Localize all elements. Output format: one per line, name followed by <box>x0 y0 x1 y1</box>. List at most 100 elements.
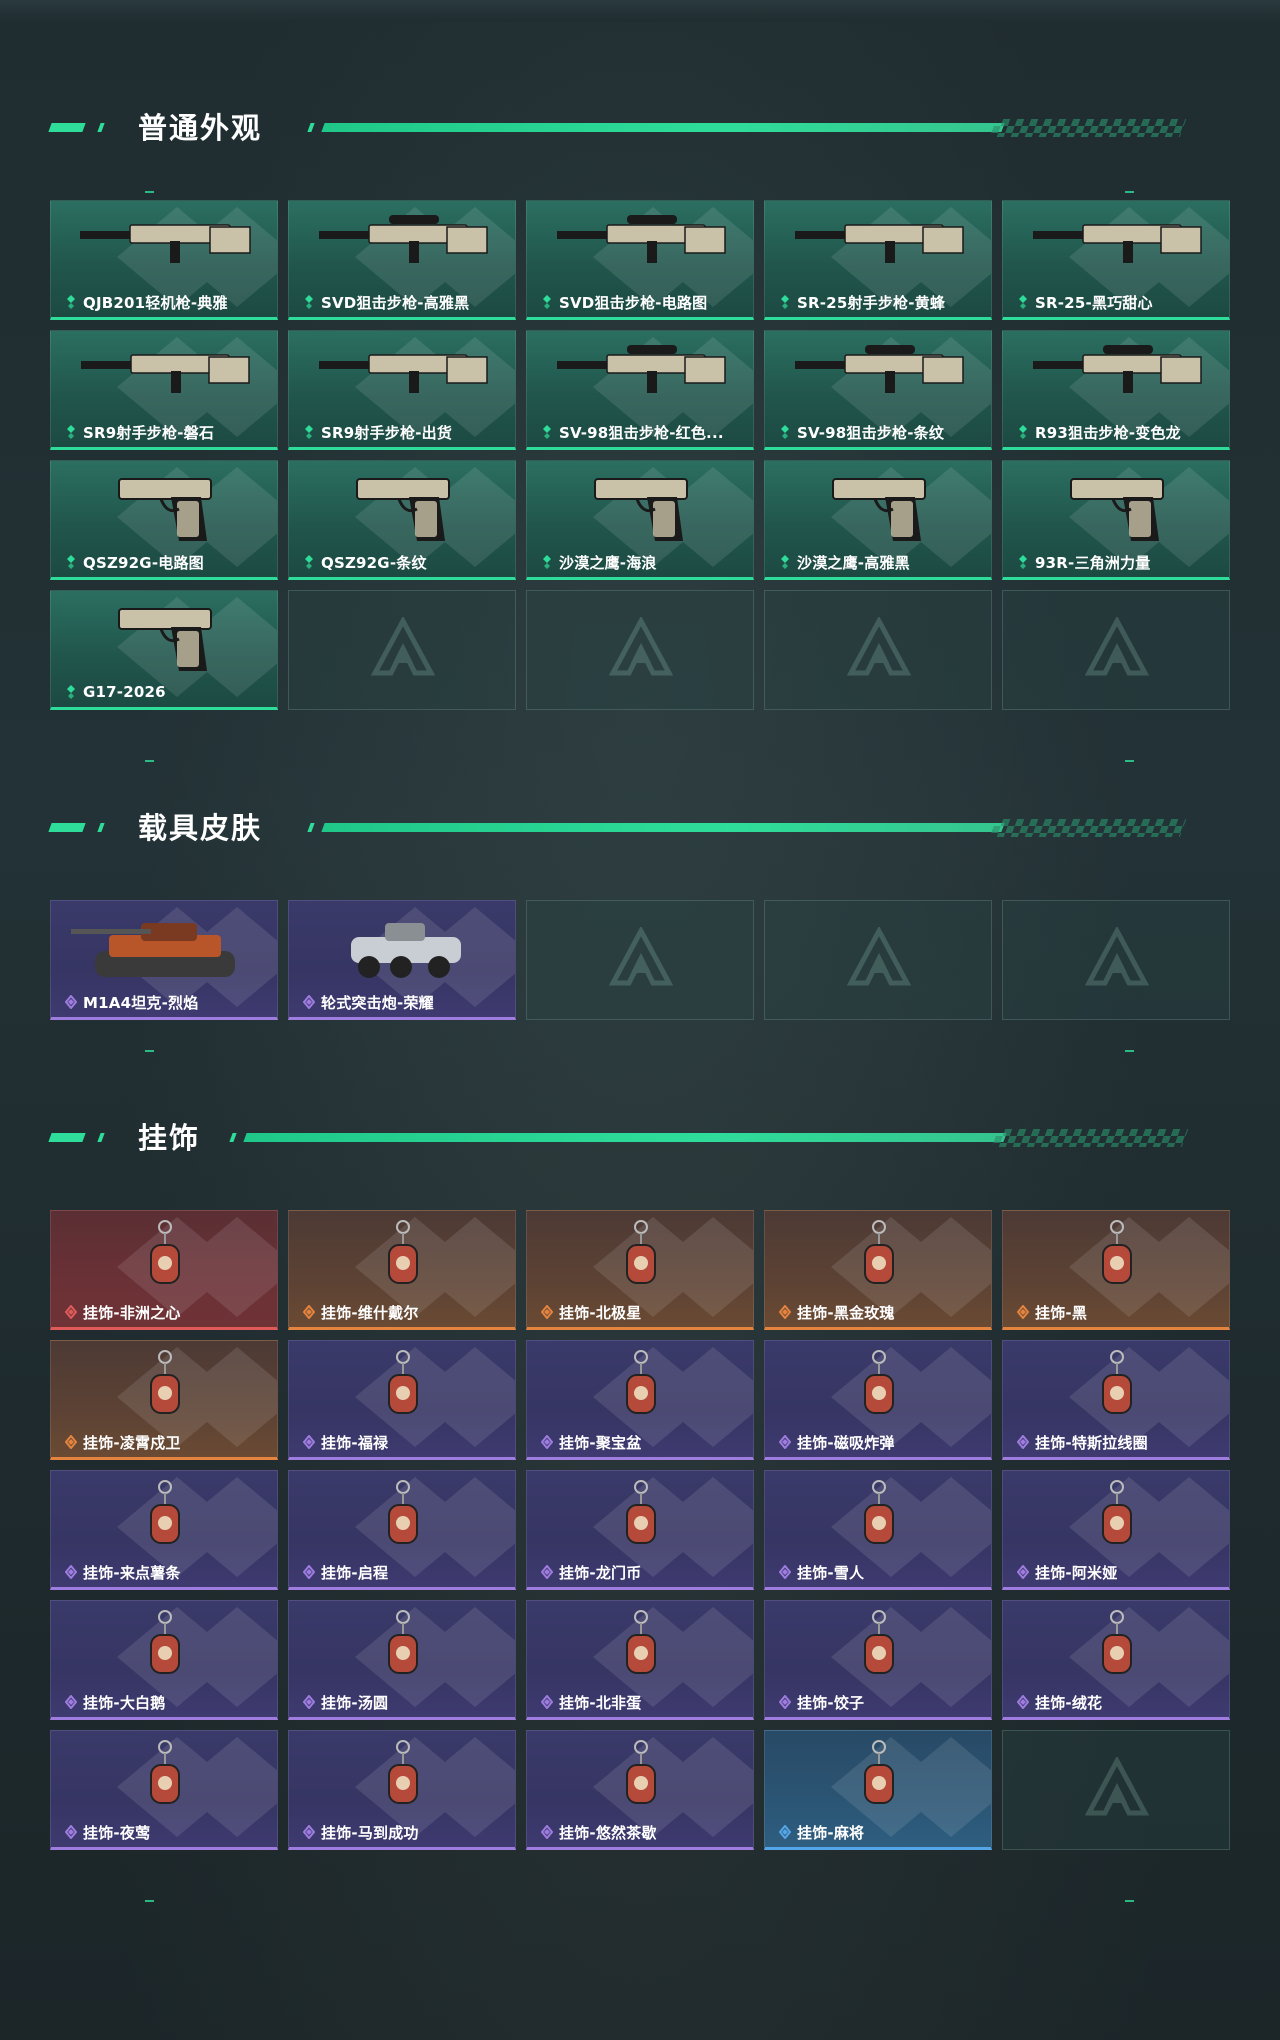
green-rarity-icon <box>543 295 551 309</box>
top-strip <box>0 0 1280 22</box>
skins-item-card[interactable]: SR9射手步枪-磐石 <box>50 330 278 450</box>
item-name: QJB201轻机枪-典雅 <box>83 293 228 312</box>
charms-item-card[interactable]: 挂饰-龙门币 <box>526 1470 754 1590</box>
item-label-row: 挂饰-黑金玫瑰 <box>779 1303 895 1322</box>
skins-item-card[interactable]: SVD狙击步枪-电路图 <box>526 200 754 320</box>
charms-item-card[interactable]: 挂饰-维什戴尔 <box>288 1210 516 1330</box>
green-rarity-icon <box>543 555 551 569</box>
skins-item-card[interactable]: SVD狙击步枪-高雅黑 <box>288 200 516 320</box>
header-accent-tick <box>97 1133 105 1142</box>
section-header-vehicles: 载具皮肤 <box>48 809 1200 849</box>
item-name: 挂饰-大白鹅 <box>83 1693 166 1712</box>
charm-icon <box>150 1610 180 1674</box>
header-accent-bar <box>48 823 86 832</box>
section-title-skins: 普通外观 <box>138 111 263 145</box>
item-label-row: SR-25-黑巧甜心 <box>1017 293 1153 312</box>
charms-item-card[interactable]: 挂饰-阿米娅 <box>1002 1470 1230 1590</box>
charms-item-card[interactable]: 挂饰-麻将 <box>764 1730 992 1850</box>
charms-item-card[interactable]: 挂饰-聚宝盆 <box>526 1340 754 1460</box>
header-accent-tick <box>97 823 105 832</box>
item-name: M1A4坦克-烈焰 <box>83 993 199 1012</box>
pistol-icon <box>1070 478 1164 541</box>
empty-slot <box>526 590 754 710</box>
charms-item-card[interactable]: 挂饰-北极星 <box>526 1210 754 1330</box>
vehicles-item-card[interactable]: M1A4坦克-烈焰 <box>50 900 278 1020</box>
charm-icon <box>864 1350 894 1414</box>
red-rarity-icon <box>65 1305 77 1319</box>
skins-item-card[interactable]: QJB201轻机枪-典雅 <box>50 200 278 320</box>
charms-item-card[interactable]: 挂饰-磁吸炸弹 <box>764 1340 992 1460</box>
skins-item-card[interactable]: SR9射手步枪-出货 <box>288 330 516 450</box>
charms-item-card[interactable]: 挂饰-马到成功 <box>288 1730 516 1850</box>
orange-rarity-icon <box>779 1305 791 1319</box>
sniper-rifle-icon <box>1033 345 1202 393</box>
charms-item-card[interactable]: 挂饰-夜莺 <box>50 1730 278 1850</box>
charm-icon <box>864 1220 894 1284</box>
header-accent-bar <box>48 123 86 132</box>
skins-item-card[interactable]: R93狙击步枪-变色龙 <box>1002 330 1230 450</box>
charm-icon <box>1102 1220 1132 1284</box>
empty-slot-logo-icon <box>847 617 911 676</box>
charms-item-card[interactable]: 挂饰-福禄 <box>288 1340 516 1460</box>
skins-item-card[interactable]: SV-98狙击步枪-条纹 <box>764 330 992 450</box>
charms-item-card[interactable]: 挂饰-悠然茶歇 <box>526 1730 754 1850</box>
vehicles-item-card[interactable]: 轮式突击炮-荣耀 <box>288 900 516 1020</box>
decor-dash <box>145 191 154 193</box>
item-label-row: 轮式突击炮-荣耀 <box>303 993 434 1012</box>
item-name: 挂饰-马到成功 <box>321 1823 419 1842</box>
charms-item-card[interactable]: 挂饰-非洲之心 <box>50 1210 278 1330</box>
charm-icon <box>388 1220 418 1284</box>
charms-item-card[interactable]: 挂饰-汤圆 <box>288 1600 516 1720</box>
item-name: 挂饰-黑金玫瑰 <box>797 1303 895 1322</box>
purple-rarity-icon <box>303 1435 315 1449</box>
purple-rarity-icon <box>303 1565 315 1579</box>
charms-item-card[interactable]: 挂饰-绒花 <box>1002 1600 1230 1720</box>
header-divider-line <box>307 819 1200 837</box>
item-name: 挂饰-阿米娅 <box>1035 1563 1118 1582</box>
item-name: SR-25-黑巧甜心 <box>1035 293 1153 312</box>
skins-item-card[interactable]: G17-2026 <box>50 590 278 710</box>
lmg-icon <box>80 224 251 263</box>
item-label-row: 挂饰-麻将 <box>779 1823 864 1842</box>
sniper-rifle-icon <box>557 215 726 263</box>
charms-item-card[interactable]: 挂饰-黑 <box>1002 1210 1230 1330</box>
item-label-row: SR9射手步枪-出货 <box>303 423 452 442</box>
item-label-row: 挂饰-凌霄戍卫 <box>65 1433 181 1452</box>
charms-item-card[interactable]: 挂饰-来点薯条 <box>50 1470 278 1590</box>
skins-item-card[interactable]: 沙漠之鹰-高雅黑 <box>764 460 992 580</box>
item-name: SVD狙击步枪-电路图 <box>559 293 708 312</box>
charms-item-card[interactable]: 挂饰-大白鹅 <box>50 1600 278 1720</box>
pistol-icon <box>118 478 212 541</box>
item-name: 挂饰-汤圆 <box>321 1693 389 1712</box>
charms-item-card[interactable]: 挂饰-饺子 <box>764 1600 992 1720</box>
charms-item-card[interactable]: 挂饰-北非蛋 <box>526 1600 754 1720</box>
orange-rarity-icon <box>65 1435 77 1449</box>
item-label-row: 挂饰-特斯拉线圈 <box>1017 1433 1148 1452</box>
skins-item-card[interactable]: 93R-三角洲力量 <box>1002 460 1230 580</box>
charms-item-card[interactable]: 挂饰-启程 <box>288 1470 516 1590</box>
item-name: 挂饰-悠然茶歇 <box>559 1823 657 1842</box>
item-label-row: 挂饰-饺子 <box>779 1693 864 1712</box>
skins-item-card[interactable]: SV-98狙击步枪-红色... <box>526 330 754 450</box>
item-label-row: 挂饰-启程 <box>303 1563 388 1582</box>
charms-item-card[interactable]: 挂饰-黑金玫瑰 <box>764 1210 992 1330</box>
skins-item-card[interactable]: SR-25-黑巧甜心 <box>1002 200 1230 320</box>
item-name: 挂饰-北极星 <box>559 1303 642 1322</box>
skins-item-card[interactable]: SR-25射手步枪-黄蜂 <box>764 200 992 320</box>
item-name: 挂饰-磁吸炸弹 <box>797 1433 895 1452</box>
blue-rarity-icon <box>779 1825 791 1839</box>
section-header-skins: 普通外观 <box>48 109 1200 149</box>
charms-item-card[interactable]: 挂饰-特斯拉线圈 <box>1002 1340 1230 1460</box>
green-rarity-icon <box>1019 295 1027 309</box>
pistol-icon <box>356 478 450 541</box>
skins-item-card[interactable]: QSZ92G-电路图 <box>50 460 278 580</box>
skins-item-card[interactable]: QSZ92G-条纹 <box>288 460 516 580</box>
charms-item-card[interactable]: 挂饰-雪人 <box>764 1470 992 1590</box>
purple-rarity-icon <box>1017 1435 1029 1449</box>
charm-icon <box>864 1610 894 1674</box>
empty-slot <box>1002 1730 1230 1850</box>
charms-item-card[interactable]: 挂饰-凌霄戍卫 <box>50 1340 278 1460</box>
skins-item-card[interactable]: 沙漠之鹰-海浪 <box>526 460 754 580</box>
green-rarity-icon <box>305 295 313 309</box>
green-rarity-icon <box>305 425 313 439</box>
